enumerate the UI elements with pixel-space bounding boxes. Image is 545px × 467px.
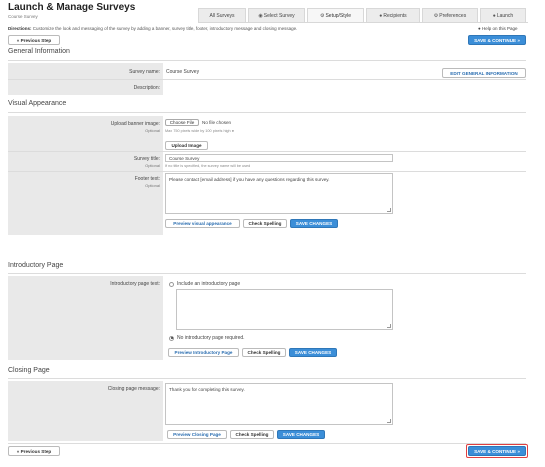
footer-textarea[interactable]: Please contact [email address] if you ha…	[165, 173, 393, 214]
general-heading: General Information	[8, 48, 70, 55]
include-intro-radio[interactable]	[169, 281, 174, 287]
footer-text: Please contact [email address] if you ha…	[169, 177, 330, 182]
preview-closing-button[interactable]: Preview Closing Page	[167, 430, 227, 439]
check-circle-icon: ◉	[258, 12, 263, 19]
tab-label: Select Survey	[263, 12, 295, 19]
gear-icon: ⚙	[433, 12, 439, 19]
section-divider	[8, 378, 526, 379]
optional-label: Optional	[145, 183, 160, 188]
row-divider	[8, 171, 526, 172]
save-changes-button[interactable]: SAVE CHANGES	[290, 219, 338, 228]
rocket-icon: ●	[492, 12, 496, 19]
tab-recipients[interactable]: ● Recipients	[366, 8, 420, 22]
preview-intro-button[interactable]: Preview Introductory Page	[168, 348, 239, 357]
survey-name-value: Course Survey	[166, 69, 200, 75]
resize-handle[interactable]	[387, 324, 391, 328]
optional-label: Optional	[145, 128, 160, 133]
tab-all-surveys[interactable]: All Surveys	[198, 8, 246, 22]
previous-step-button[interactable]: « Previous Step	[8, 446, 60, 456]
footer-divider	[8, 443, 526, 444]
choose-file-button[interactable]: Choose File	[165, 119, 199, 126]
directions: Directions: Customize the look and messa…	[8, 26, 297, 31]
tab-label: Preferences	[439, 12, 467, 19]
include-intro-text: Include an introductory page	[177, 281, 241, 287]
optional-label: Optional	[145, 163, 160, 168]
closing-text: Thank you for completing this survey.	[169, 387, 245, 392]
intro-textarea[interactable]	[176, 289, 393, 330]
help-link[interactable]: ● Help on this Page	[478, 26, 518, 31]
section-divider	[8, 60, 526, 61]
survey-title-label: Survey title:	[133, 156, 160, 162]
directions-text: Customize the look and messaging of the …	[32, 26, 298, 31]
info-icon: ●	[231, 129, 234, 133]
gear-icon: ⚙	[319, 12, 325, 19]
save-continue-button[interactable]: SAVE & CONTINUE »	[468, 446, 526, 456]
intro-include-option[interactable]: Include an introductory page	[169, 281, 240, 287]
help-text: Help on this Page	[481, 26, 518, 31]
tab-divider	[198, 22, 528, 23]
no-file-text: No file chosen	[202, 120, 232, 125]
tab-setup-style[interactable]: ⚙ Setup/Style	[307, 8, 364, 22]
no-intro-text: No introductory page required.	[177, 335, 245, 341]
tab-preferences[interactable]: ⚙ Preferences	[422, 8, 478, 22]
closing-textarea[interactable]: Thank you for completing this survey.	[165, 383, 393, 425]
banner-hint-text: Max 750 pixels wide by 100 pixels high	[165, 129, 231, 133]
section-divider	[8, 273, 526, 274]
tab-label: All Surveys	[209, 12, 235, 19]
visual-heading: Visual Appearance	[8, 100, 67, 107]
intro-none-option[interactable]: No introductory page required.	[169, 335, 245, 341]
directions-label: Directions:	[8, 26, 32, 31]
section-divider	[8, 112, 526, 113]
survey-subtitle: Course Survey	[8, 14, 38, 19]
row-divider	[8, 151, 526, 152]
page-title: Launch & Manage Surveys	[8, 2, 136, 13]
previous-step-button[interactable]: « Previous Step	[8, 35, 60, 45]
survey-name-label: Survey name:	[129, 69, 160, 75]
file-chooser[interactable]: Choose File No file chosen	[165, 119, 231, 126]
check-spelling-button[interactable]: Check Spelling	[242, 348, 286, 357]
banner-label: Upload banner image:	[110, 121, 160, 127]
description-label: Description:	[133, 85, 160, 91]
person-icon: ●	[379, 12, 383, 19]
resize-handle[interactable]	[387, 419, 391, 423]
survey-title-hint: If no title is specified, the survey nam…	[165, 164, 251, 168]
check-spelling-button[interactable]: Check Spelling	[243, 219, 287, 228]
tab-launch[interactable]: ● Launch	[480, 8, 526, 22]
save-changes-button[interactable]: SAVE CHANGES	[277, 430, 325, 439]
preview-visual-button[interactable]: Preview visual appearance	[165, 219, 240, 228]
no-intro-radio[interactable]	[169, 335, 174, 341]
closing-label: Closing page message:	[107, 386, 160, 392]
edit-general-button[interactable]: EDIT GENERAL INFORMATION	[442, 68, 526, 78]
row-divider	[8, 79, 526, 80]
closing-heading: Closing Page	[8, 367, 50, 374]
tab-select-survey[interactable]: ◉ Select Survey	[248, 8, 305, 22]
survey-title-input[interactable]: Course Survey	[165, 154, 393, 162]
intro-heading: Introductory Page	[8, 262, 64, 269]
resize-handle[interactable]	[387, 208, 391, 212]
upload-image-button[interactable]: Upload Image	[165, 141, 208, 150]
tab-label: Launch	[496, 12, 514, 19]
banner-hint: Max 750 pixels wide by 100 pixels high ●	[165, 129, 234, 133]
tab-label: Recipients	[383, 12, 407, 19]
check-spelling-button[interactable]: Check Spelling	[230, 430, 274, 439]
save-changes-button[interactable]: SAVE CHANGES	[289, 348, 337, 357]
tab-label: Setup/Style	[325, 12, 352, 19]
intro-label: Introductory page text:	[110, 281, 160, 287]
footer-label: Footer text:	[134, 176, 160, 182]
save-continue-button[interactable]: SAVE & CONTINUE »	[468, 35, 526, 45]
